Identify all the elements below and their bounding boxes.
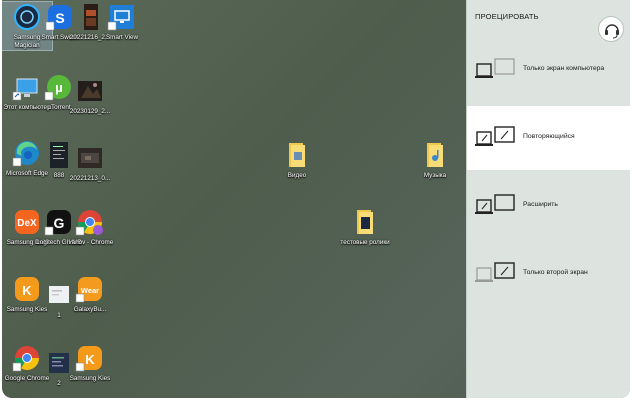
svg-text:µ: µ [55, 80, 63, 95]
desktop-folder-video[interactable]: Видео [272, 140, 322, 180]
icon-label: тестовые ролики [340, 239, 390, 246]
desktop: Samsung Magician Этот компьютер Microsof… [2, 0, 630, 398]
pc-screen-only-icon [475, 58, 515, 78]
icon-label: Samsung Kies [69, 375, 111, 382]
desktop-icon-ivanov-chrome[interactable]: Ivanov - Chrome [64, 207, 116, 247]
desktop-icon-smart-view[interactable]: Smart View [96, 2, 148, 42]
option-label: Только экран компьютера [523, 65, 605, 72]
project-option-pc-screen-only[interactable]: Только экран компьютера [467, 38, 630, 102]
video-thumbnail-icon [75, 76, 105, 106]
folder-icon [282, 140, 312, 170]
svg-text:Wear: Wear [81, 286, 99, 295]
second-screen-only-icon [475, 262, 515, 282]
icon-label: Ivanov - Chrome [66, 239, 114, 246]
music-folder-icon [420, 140, 450, 170]
extend-icon [475, 194, 515, 214]
icon-label: Видео [287, 172, 307, 179]
option-label: Повторяющийся [523, 133, 575, 140]
desktop-icon-samsung-kies-2[interactable]: K Samsung Kies [64, 343, 116, 383]
desktop-icon-video-20221213[interactable]: 20221213_0... [64, 143, 116, 183]
icon-label: Smart View [105, 34, 139, 41]
icon-label: Музыка [423, 172, 447, 179]
desktop-icon-galaxy-buds[interactable]: Wear GalaxyBu... [64, 274, 116, 314]
galaxy-wearable-icon: Wear [75, 274, 105, 304]
option-label: Только второй экран [523, 269, 588, 276]
project-option-second-screen-only[interactable]: Только второй экран [467, 242, 630, 306]
panel-title: ПРОЕЦИРОВАТЬ [475, 12, 539, 21]
samsung-kies-icon: K [75, 343, 105, 373]
icon-label: 20221213_0... [69, 175, 111, 182]
folder-icon [350, 207, 380, 237]
desktop-folder-test-videos[interactable]: тестовые ролики [340, 207, 390, 247]
icon-label: 20230129_2... [69, 108, 111, 115]
svg-text:G: G [54, 215, 65, 231]
smart-view-icon [107, 2, 137, 32]
project-panel: ПРОЕЦИРОВАТЬ Только экран компьютера Пов… [466, 0, 630, 398]
option-label: Расширить [523, 201, 558, 208]
chrome-profile-icon [75, 207, 105, 237]
svg-text:K: K [85, 352, 95, 367]
desktop-icon-video-20230129[interactable]: 20230129_2... [64, 76, 116, 116]
desktop-folder-music[interactable]: Музыка [410, 140, 460, 180]
video-thumbnail-icon [75, 143, 105, 173]
duplicate-icon [475, 126, 515, 146]
icon-label: GalaxyBu... [73, 306, 107, 313]
project-option-extend[interactable]: Расширить [467, 174, 630, 238]
svg-text:K: K [22, 283, 32, 298]
project-option-duplicate[interactable]: Повторяющийся [467, 106, 630, 170]
